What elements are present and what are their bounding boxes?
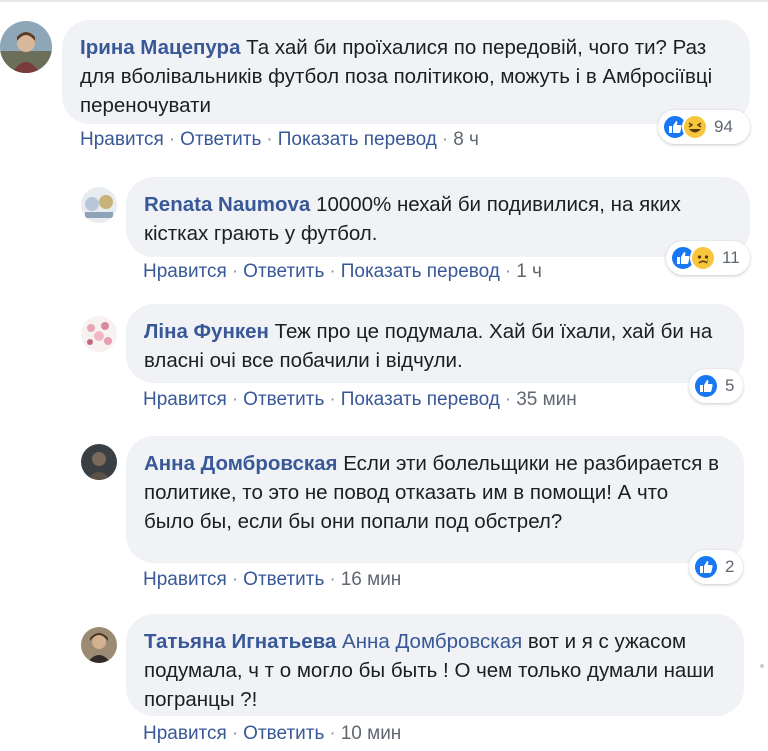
reply-link[interactable]: Ответить	[243, 569, 324, 590]
reaction-count: 94	[714, 117, 733, 136]
reaction-summary[interactable]: 2	[689, 550, 743, 584]
separator: ·	[329, 389, 336, 410]
like-link[interactable]: Нравится	[143, 261, 227, 282]
comment-bubble: Ліна Функен Теж про це подумала. Хай би …	[126, 304, 744, 383]
avatar[interactable]	[0, 21, 52, 73]
avatar[interactable]	[81, 627, 117, 663]
comment-mention[interactable]: Анна Домбровская	[342, 630, 522, 653]
scroll-indicator	[760, 664, 764, 668]
reply-link[interactable]: Ответить	[243, 261, 324, 282]
separator: ·	[168, 129, 176, 150]
comment-time[interactable]: 8 ч	[453, 129, 479, 150]
comment-author[interactable]: Анна Домбровская	[144, 452, 338, 475]
reply-link[interactable]: Ответить	[180, 129, 261, 150]
comment-actions: Нравится · Ответить · 16 мин	[143, 569, 401, 591]
comment-actions: Нравится · Ответить · Показать перевод · 8 ч	[80, 129, 479, 151]
avatar[interactable]	[81, 444, 117, 480]
comment-time[interactable]: 16 мин	[341, 569, 402, 590]
separator: ·	[329, 723, 336, 744]
avatar[interactable]	[81, 187, 117, 223]
comment-time[interactable]: 35 мин	[516, 389, 577, 410]
separator: ·	[266, 129, 273, 150]
reaction-count: 5	[725, 376, 735, 395]
reaction-count: 2	[725, 557, 735, 576]
sad-icon	[690, 245, 716, 271]
like-link[interactable]: Нравится	[143, 569, 227, 590]
like-icon	[693, 373, 719, 399]
translate-link[interactable]: Показать перевод	[278, 129, 437, 150]
top-divider	[0, 0, 768, 2]
separator: ·	[329, 261, 336, 282]
like-link[interactable]: Нравится	[80, 129, 164, 150]
reaction-count: 11	[722, 248, 740, 267]
separator: ·	[441, 129, 449, 150]
comment-author[interactable]: Ірина Мацепура	[80, 36, 240, 59]
comment-actions: Нравится · Ответить · Показать перевод · 1 ч	[143, 261, 542, 283]
comment-bubble: Анна Домбровская Если эти болельщики не …	[126, 436, 744, 563]
reply-link[interactable]: Ответить	[243, 723, 324, 744]
comment-actions: Нравится · Ответить · Показать перевод · 35 ми…	[143, 389, 577, 411]
separator: ·	[231, 569, 239, 590]
separator: ·	[504, 261, 512, 282]
translate-link[interactable]: Показать перевод	[341, 389, 500, 410]
comment-author[interactable]: Renata Naumova	[144, 193, 310, 216]
reaction-summary[interactable]: 94	[658, 110, 750, 144]
like-icon	[693, 554, 719, 580]
like-link[interactable]: Нравится	[143, 389, 227, 410]
reply-link[interactable]: Ответить	[243, 389, 324, 410]
comment-time[interactable]: 1 ч	[516, 261, 542, 282]
comment-author[interactable]: Ліна Функен	[144, 320, 269, 343]
comment-actions: Нравится · Ответить · 10 мин	[143, 723, 401, 745]
separator: ·	[231, 723, 239, 744]
separator: ·	[231, 389, 239, 410]
like-link[interactable]: Нравится	[143, 723, 227, 744]
haha-icon	[682, 114, 708, 140]
comment-time[interactable]: 10 мин	[341, 723, 402, 744]
separator: ·	[231, 261, 239, 282]
reaction-summary[interactable]: 11	[666, 241, 750, 275]
separator: ·	[329, 569, 336, 590]
reaction-summary[interactable]: 5	[689, 369, 743, 403]
comment-bubble: Татьяна Игнатьева Анна Домбровская вот и…	[126, 614, 744, 716]
comment-bubble: Ірина Мацепура Та хай би проїхалися по п…	[62, 20, 750, 124]
comment-bubble: Renata Naumova 10000% нехай би подивилис…	[126, 177, 750, 257]
separator: ·	[504, 389, 512, 410]
avatar[interactable]	[81, 316, 117, 352]
comment-author[interactable]: Татьяна Игнатьева	[144, 630, 336, 653]
translate-link[interactable]: Показать перевод	[341, 261, 500, 282]
